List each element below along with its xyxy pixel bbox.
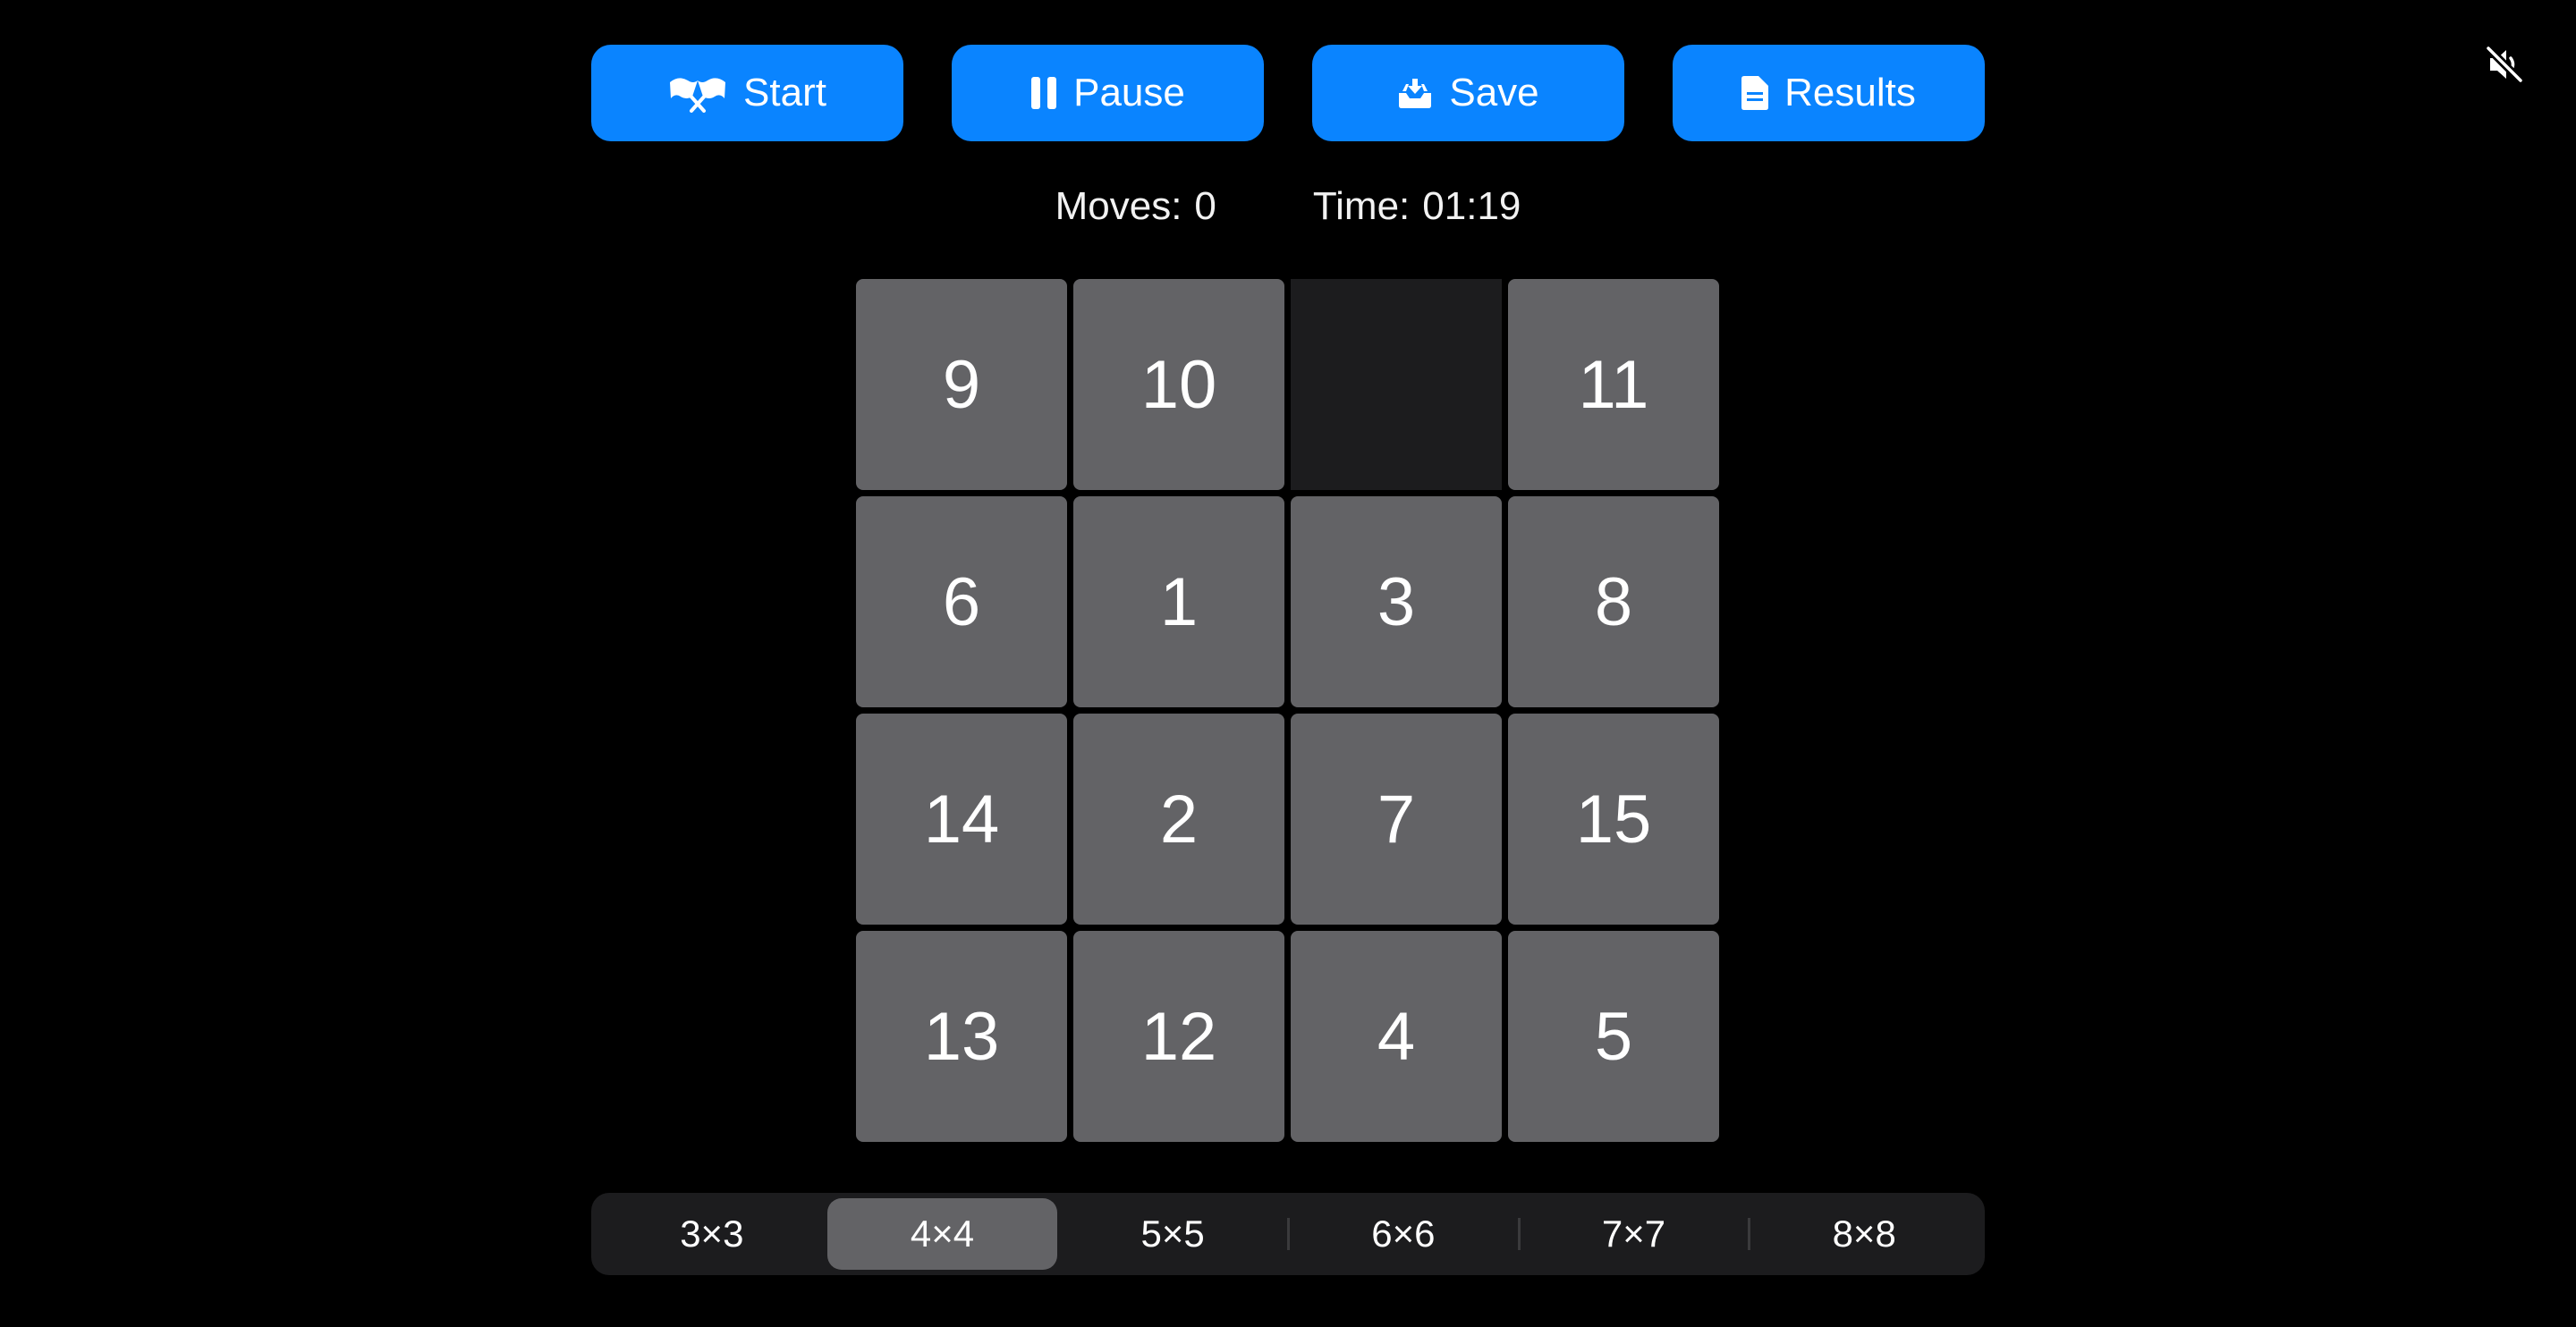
moves-counter: Moves: 0 — [1055, 184, 1216, 238]
toolbar: Start Pause Save Results — [591, 45, 1985, 141]
time-value: 01:19 — [1422, 184, 1521, 228]
puzzle-tile[interactable]: 12 — [1073, 931, 1284, 1142]
results-label: Results — [1784, 71, 1916, 114]
save-button[interactable]: Save — [1312, 45, 1624, 141]
size-option-4x4[interactable]: 4×4 — [826, 1198, 1058, 1270]
moves-value: 0 — [1194, 184, 1216, 228]
results-button[interactable]: Results — [1673, 45, 1985, 141]
pause-label: Pause — [1073, 71, 1185, 114]
game-screen: Start Pause Save Results Moves: 0 Time: … — [0, 0, 2576, 1327]
start-label: Start — [743, 71, 826, 114]
puzzle-tile[interactable]: 14 — [856, 714, 1067, 925]
puzzle-tile[interactable]: 2 — [1073, 714, 1284, 925]
puzzle-board: 9 10 11 6 1 3 8 14 2 7 15 13 12 4 5 — [856, 279, 1720, 1142]
moves-label: Moves: — [1055, 184, 1182, 228]
size-option-6x6[interactable]: 6×6 — [1287, 1198, 1519, 1270]
puzzle-tile[interactable]: 9 — [856, 279, 1067, 490]
puzzle-tile[interactable]: 4 — [1291, 931, 1502, 1142]
speaker-muted-icon — [2483, 43, 2526, 86]
checkered-flags-icon — [668, 73, 727, 113]
save-label: Save — [1449, 71, 1539, 114]
size-option-5x5[interactable]: 5×5 — [1057, 1198, 1288, 1270]
mute-button[interactable] — [2483, 43, 2526, 86]
puzzle-tile[interactable]: 6 — [856, 496, 1067, 707]
board-size-selector: 3×3 4×4 5×5 6×6 7×7 8×8 — [591, 1193, 1985, 1275]
stats-bar: Moves: 0 Time: 01:19 — [0, 184, 2576, 238]
size-option-7x7[interactable]: 7×7 — [1517, 1198, 1750, 1270]
time-label: Time: — [1312, 184, 1411, 228]
timer: Time: 01:19 — [1313, 184, 1521, 238]
puzzle-tile[interactable]: 11 — [1508, 279, 1719, 490]
puzzle-tile[interactable]: 8 — [1508, 496, 1719, 707]
tray-download-icon — [1397, 77, 1433, 109]
pause-button[interactable]: Pause — [952, 45, 1264, 141]
pause-icon — [1030, 77, 1057, 109]
document-icon — [1741, 76, 1769, 110]
size-option-3x3[interactable]: 3×3 — [597, 1198, 827, 1270]
puzzle-tile[interactable]: 10 — [1073, 279, 1284, 490]
puzzle-tile[interactable]: 13 — [856, 931, 1067, 1142]
puzzle-tile[interactable]: 7 — [1291, 714, 1502, 925]
puzzle-tile[interactable]: 1 — [1073, 496, 1284, 707]
puzzle-tile[interactable]: 5 — [1508, 931, 1719, 1142]
start-button[interactable]: Start — [591, 45, 903, 141]
size-option-8x8[interactable]: 8×8 — [1748, 1198, 1979, 1270]
puzzle-tile[interactable]: 15 — [1508, 714, 1719, 925]
empty-slot — [1291, 279, 1502, 490]
puzzle-tile[interactable]: 3 — [1291, 496, 1502, 707]
